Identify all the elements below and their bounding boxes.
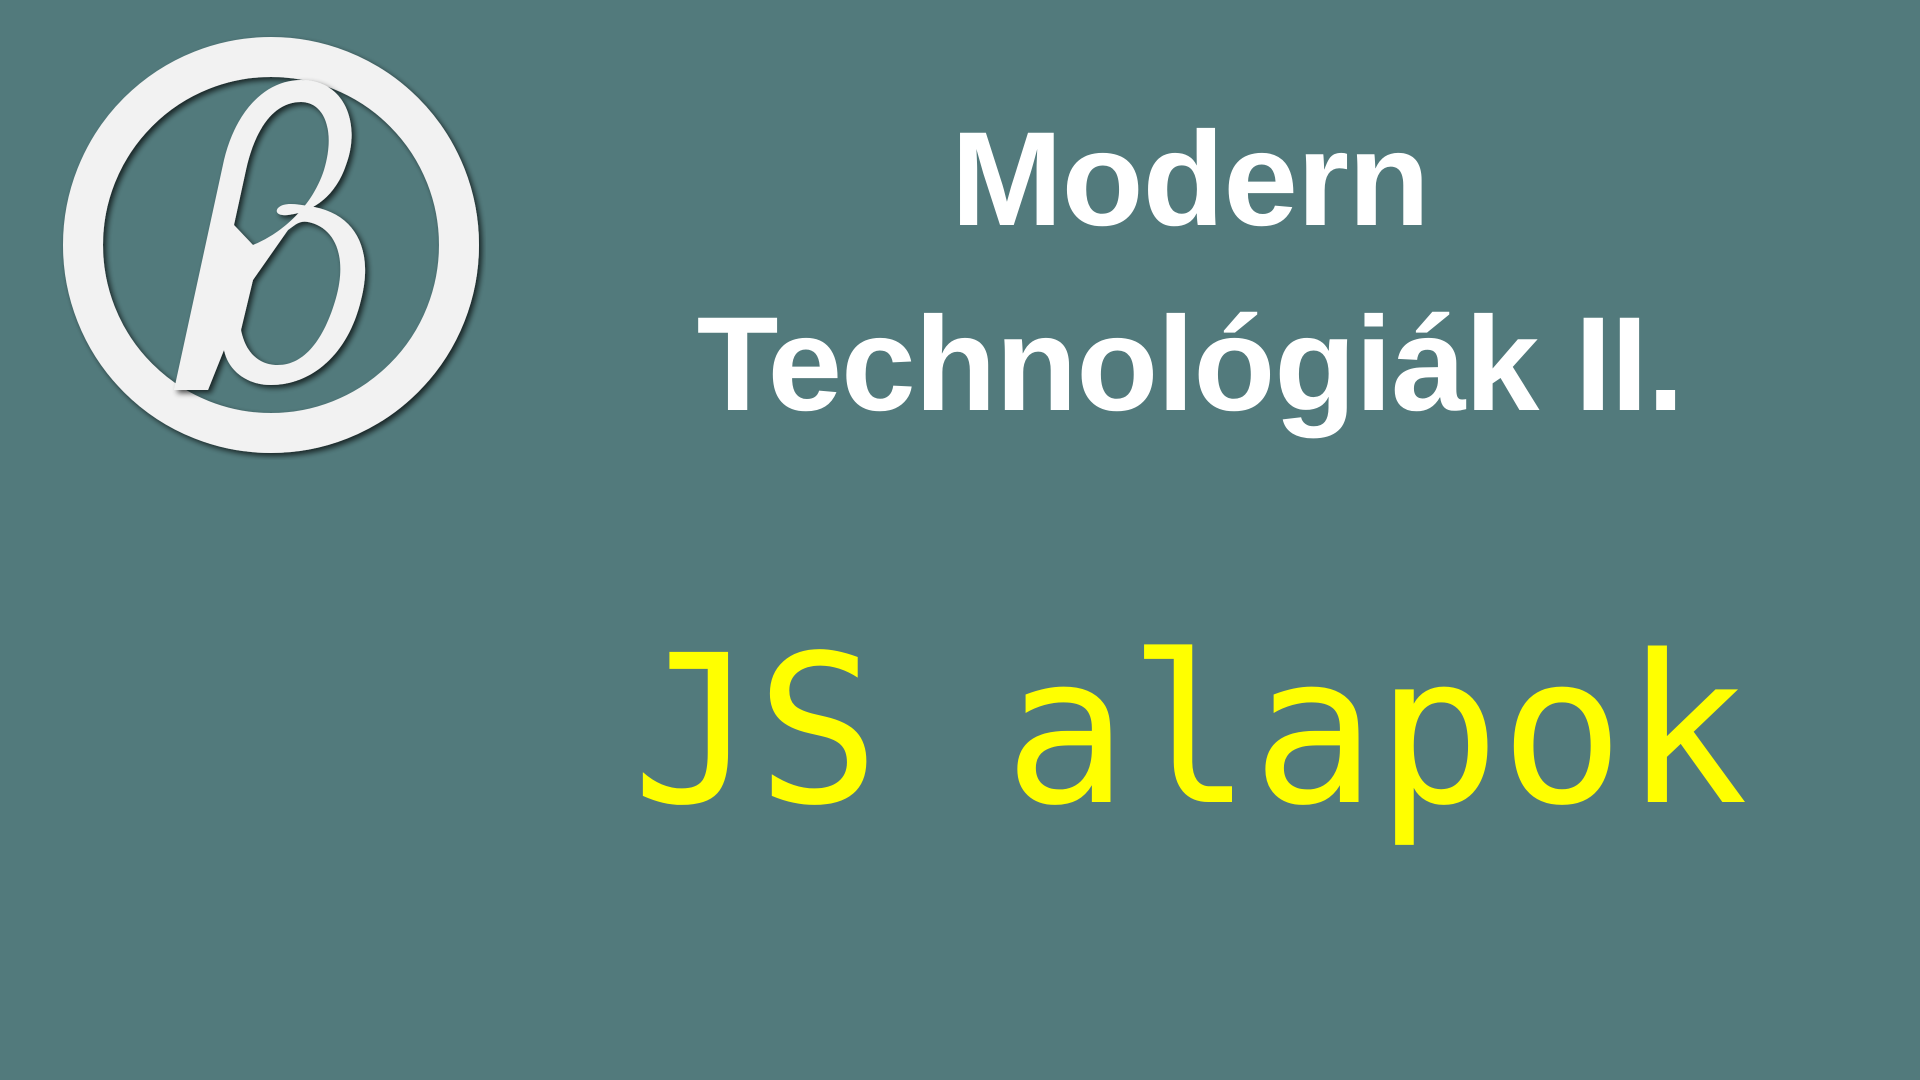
beta-logo-icon — [56, 30, 486, 460]
title-line-2: Technológiák II. — [696, 289, 1685, 439]
subtitle: JS alapok — [631, 611, 1749, 851]
page-title: Modern Technológiák II. — [560, 88, 1820, 458]
title-line-1: Modern — [951, 105, 1430, 254]
slide-background: { "logo": { "icon": "beta-logo-icon", "g… — [0, 0, 1920, 1080]
